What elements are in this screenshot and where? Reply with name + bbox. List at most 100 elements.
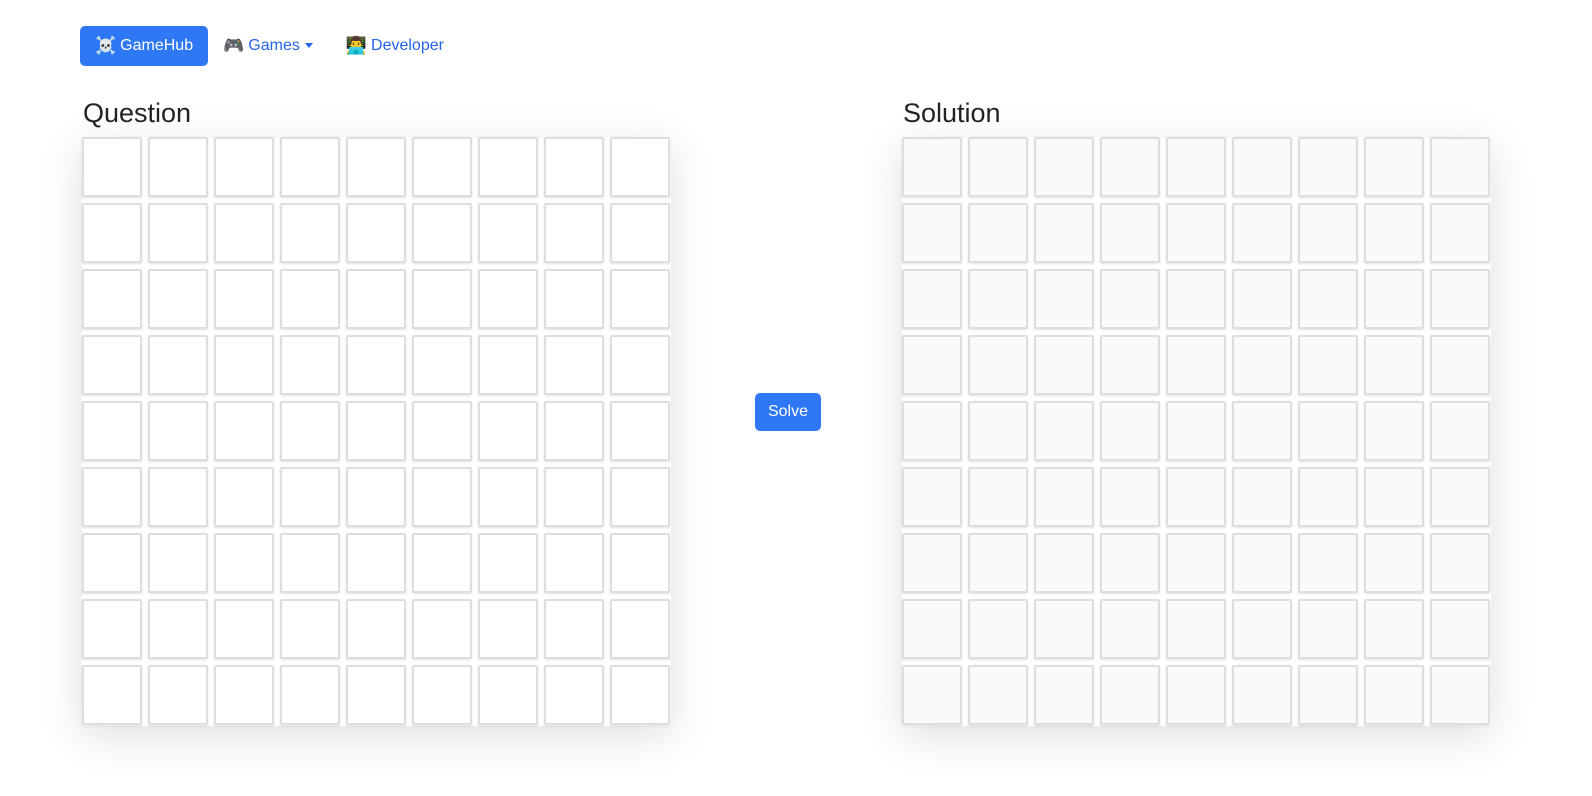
solution-cell: [1364, 401, 1424, 461]
solution-cell: [1430, 533, 1490, 593]
question-cell[interactable]: [412, 533, 472, 593]
question-cell[interactable]: [346, 335, 406, 395]
solution-cell: [902, 467, 962, 527]
question-cell[interactable]: [610, 203, 670, 263]
question-cell[interactable]: [412, 137, 472, 197]
question-cell[interactable]: [544, 467, 604, 527]
question-cell[interactable]: [412, 599, 472, 659]
question-cell[interactable]: [544, 335, 604, 395]
question-cell[interactable]: [214, 665, 274, 725]
question-cell[interactable]: [346, 533, 406, 593]
question-cell[interactable]: [82, 203, 142, 263]
question-cell[interactable]: [544, 533, 604, 593]
question-cell[interactable]: [478, 137, 538, 197]
question-cell[interactable]: [148, 335, 208, 395]
question-cell[interactable]: [610, 599, 670, 659]
question-cell[interactable]: [478, 335, 538, 395]
question-cell[interactable]: [346, 665, 406, 725]
question-cell[interactable]: [148, 269, 208, 329]
question-cell[interactable]: [82, 467, 142, 527]
solution-cell: [1232, 137, 1292, 197]
question-cell[interactable]: [82, 269, 142, 329]
question-cell[interactable]: [280, 137, 340, 197]
solve-button[interactable]: Solve: [755, 393, 821, 431]
solution-cell: [1364, 269, 1424, 329]
question-cell[interactable]: [214, 137, 274, 197]
question-cell[interactable]: [214, 335, 274, 395]
question-cell[interactable]: [412, 335, 472, 395]
question-cell[interactable]: [280, 269, 340, 329]
question-cell[interactable]: [280, 467, 340, 527]
question-cell[interactable]: [346, 137, 406, 197]
question-cell[interactable]: [214, 269, 274, 329]
question-cell[interactable]: [610, 137, 670, 197]
question-cell[interactable]: [544, 269, 604, 329]
question-cell[interactable]: [478, 665, 538, 725]
question-cell[interactable]: [214, 203, 274, 263]
question-cell[interactable]: [82, 533, 142, 593]
question-cell[interactable]: [82, 335, 142, 395]
question-cell[interactable]: [148, 665, 208, 725]
brand-label: GameHub: [120, 37, 194, 54]
question-cell[interactable]: [544, 203, 604, 263]
question-cell[interactable]: [610, 533, 670, 593]
question-cell[interactable]: [280, 599, 340, 659]
question-cell[interactable]: [610, 401, 670, 461]
solution-cell: [968, 599, 1028, 659]
question-cell[interactable]: [82, 665, 142, 725]
question-cell[interactable]: [148, 137, 208, 197]
question-cell[interactable]: [280, 401, 340, 461]
question-cell[interactable]: [412, 467, 472, 527]
question-cell[interactable]: [610, 467, 670, 527]
question-cell[interactable]: [148, 599, 208, 659]
question-cell[interactable]: [544, 665, 604, 725]
question-cell[interactable]: [544, 137, 604, 197]
games-dropdown[interactable]: 🎮 Games: [223, 36, 313, 56]
solution-cell: [1430, 335, 1490, 395]
question-cell[interactable]: [544, 401, 604, 461]
question-cell[interactable]: [610, 335, 670, 395]
question-cell[interactable]: [214, 599, 274, 659]
question-cell[interactable]: [82, 137, 142, 197]
question-cell[interactable]: [280, 335, 340, 395]
question-cell[interactable]: [478, 269, 538, 329]
question-cell[interactable]: [478, 599, 538, 659]
question-cell[interactable]: [478, 467, 538, 527]
solution-cell: [1364, 203, 1424, 263]
question-cell[interactable]: [214, 533, 274, 593]
question-cell[interactable]: [478, 203, 538, 263]
question-cell[interactable]: [412, 401, 472, 461]
question-cell[interactable]: [346, 203, 406, 263]
solution-cell: [968, 137, 1028, 197]
solution-cell: [1100, 467, 1160, 527]
question-cell[interactable]: [478, 533, 538, 593]
question-cell[interactable]: [478, 401, 538, 461]
game-controller-icon: 🎮: [223, 36, 245, 55]
question-cell[interactable]: [148, 401, 208, 461]
question-cell[interactable]: [412, 203, 472, 263]
question-cell[interactable]: [148, 467, 208, 527]
solution-cell: [1166, 533, 1226, 593]
question-cell[interactable]: [214, 401, 274, 461]
question-cell[interactable]: [280, 665, 340, 725]
question-cell[interactable]: [346, 599, 406, 659]
question-cell[interactable]: [280, 533, 340, 593]
solution-cell: [902, 533, 962, 593]
gamehub-brand-button[interactable]: ☠️ GameHub: [80, 26, 209, 66]
question-cell[interactable]: [82, 599, 142, 659]
question-cell[interactable]: [148, 533, 208, 593]
question-cell[interactable]: [544, 599, 604, 659]
developer-link[interactable]: 👨‍💻 Developer: [346, 36, 444, 56]
question-cell[interactable]: [280, 203, 340, 263]
question-cell[interactable]: [346, 269, 406, 329]
question-cell[interactable]: [412, 269, 472, 329]
question-cell[interactable]: [214, 467, 274, 527]
question-cell[interactable]: [148, 203, 208, 263]
question-cell[interactable]: [82, 401, 142, 461]
question-cell[interactable]: [346, 401, 406, 461]
question-cell[interactable]: [346, 467, 406, 527]
question-cell[interactable]: [610, 269, 670, 329]
question-cell[interactable]: [412, 665, 472, 725]
games-label: Games: [248, 37, 300, 54]
question-cell[interactable]: [610, 665, 670, 725]
